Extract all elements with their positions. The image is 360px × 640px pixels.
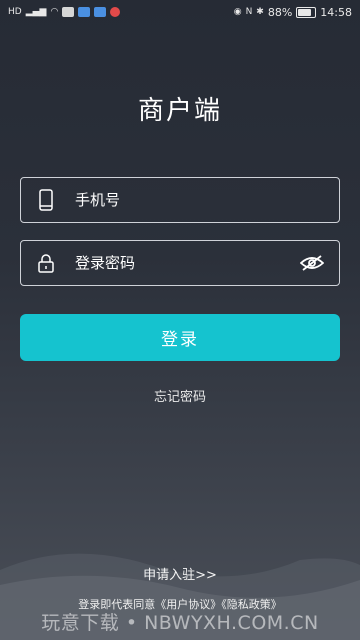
lock-icon	[35, 252, 57, 274]
message-icon	[62, 7, 75, 17]
watermark: 玩意下载 • NBWYXH.COM.CN	[41, 612, 319, 634]
bluetooth-icon: ✱	[256, 7, 264, 17]
app-icon	[94, 7, 107, 17]
phone-field[interactable]	[20, 177, 340, 223]
eye-icon: ◉	[233, 7, 242, 17]
status-bar-left: HD ▂▄▆ ◠	[8, 7, 121, 17]
forgot-password-link[interactable]: 忘记密码	[0, 386, 360, 405]
battery-fill	[298, 8, 311, 16]
apply-join-link[interactable]: 申请入驻>>	[0, 564, 360, 583]
page-title: 商户端	[137, 96, 222, 126]
eye-off-icon[interactable]	[299, 252, 325, 274]
mail-icon	[78, 7, 91, 17]
status-bar-right: ◉ N ✱ 88% 14:58	[234, 6, 352, 19]
hd-icon: HD	[8, 7, 22, 17]
phone-input[interactable]	[73, 190, 325, 210]
login-button[interactable]: 登录	[20, 314, 340, 361]
phone-icon	[35, 189, 57, 211]
battery-icon	[296, 6, 317, 18]
password-field[interactable]	[20, 240, 340, 286]
signal-icon: ▂▄▆	[25, 7, 47, 17]
password-input[interactable]	[73, 253, 299, 273]
notification-icon	[110, 7, 121, 17]
status-bar: HD ▂▄▆ ◠ ◉ N ✱ 88% 14:58	[0, 0, 360, 24]
nfc-icon: N	[245, 7, 253, 17]
status-time: 14:58	[320, 5, 352, 19]
battery-percent: 88%	[267, 5, 293, 19]
wifi-icon: ◠	[50, 7, 59, 17]
